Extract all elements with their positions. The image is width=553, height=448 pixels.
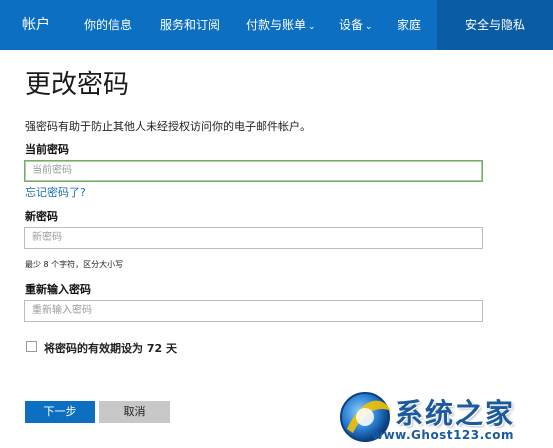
watermark-url: www.Ghost123.com [372,428,515,442]
nav-item-devices-label: 设备 [339,18,364,32]
next-button[interactable]: 下一步 [25,401,95,423]
new-password-input[interactable]: 新密码 [24,227,483,249]
expire-password-checkbox[interactable] [26,341,37,352]
new-password-hint: 最少 8 个字符，区分大小写 [25,260,124,269]
nav-item-services-subscriptions[interactable]: 服务和订阅 [160,0,220,50]
forgot-password-link[interactable]: 忘记密码了? [25,184,86,200]
expire-password-label[interactable]: 将密码的有效期设为 72 天 [44,340,177,356]
page-description: 强密码有助于防止其他人未经授权访问你的电子邮件帐户。 [25,120,311,133]
chevron-down-icon: ⌄ [365,22,373,32]
current-password-input[interactable]: 当前密码 [24,160,483,182]
nav-item-devices[interactable]: 设备 ⌄ [339,0,373,50]
cancel-button[interactable]: 取消 [99,401,170,423]
current-password-label: 当前密码 [25,143,69,156]
top-nav-bar: 帐户 你的信息 服务和订阅 付款与账单 ⌄ 设备 ⌄ 家庭 安全与隐私 [0,0,553,50]
page-title: 更改密码 [25,70,130,100]
nav-item-security-privacy[interactable]: 安全与隐私 [437,0,553,50]
nav-item-your-info[interactable]: 你的信息 [84,0,132,50]
chevron-down-icon: ⌄ [308,22,316,32]
nav-item-family[interactable]: 家庭 [397,0,421,50]
nav-item-payment-billing[interactable]: 付款与账单 ⌄ [246,0,316,50]
nav-brand-account[interactable]: 帐户 [22,0,50,50]
watermark-text: 系统之家 [395,397,516,430]
confirm-password-label: 重新输入密码 [25,283,91,296]
confirm-password-input[interactable]: 重新输入密码 [24,300,483,322]
new-password-label: 新密码 [25,210,58,223]
nav-item-payment-billing-label: 付款与账单 [246,18,307,32]
